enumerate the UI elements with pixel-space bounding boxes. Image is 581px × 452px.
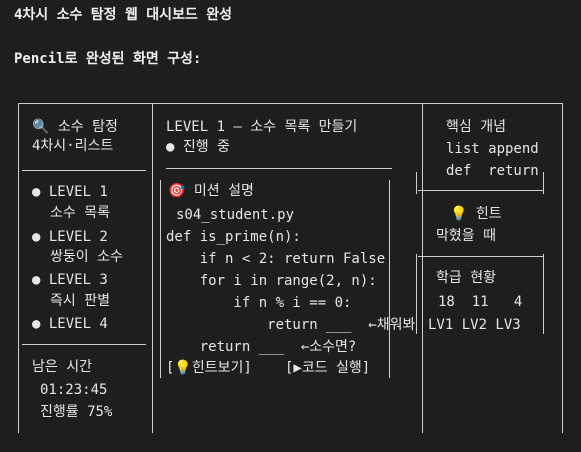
class-counts: 18 11 4 bbox=[438, 294, 523, 310]
class-status-title: 학급 현황 bbox=[436, 270, 496, 286]
concept-title: 핵심 개념 bbox=[446, 119, 506, 135]
magnifier-icon: 🔍 bbox=[32, 119, 50, 135]
progress-label: 진행률 75% bbox=[40, 404, 113, 420]
sidebar-item-level2-desc: 쌍둥이 소수 bbox=[50, 249, 123, 265]
code-line: if n < 2: return False bbox=[166, 251, 386, 267]
level-title: LEVEL 1 — 소수 목록 만들기 bbox=[166, 119, 358, 135]
sidebar-item-level2[interactable]: ● LEVEL 2 bbox=[32, 227, 108, 247]
hint-button[interactable]: [💡힌트보기] bbox=[166, 358, 252, 378]
timer-label: 남은 시간 bbox=[32, 359, 92, 375]
code-line-blank2: return ___ ←소수면? bbox=[166, 339, 357, 355]
class-levels: LV1 LV2 LV3 bbox=[428, 317, 521, 333]
sidebar-item-level3[interactable]: ● LEVEL 3 bbox=[32, 270, 108, 290]
target-icon: 🎯 bbox=[168, 183, 186, 199]
sidebar-item-level1[interactable]: ● LEVEL 1 bbox=[32, 182, 108, 202]
concept-row: def return bbox=[446, 163, 539, 179]
lightbulb-icon: 💡 bbox=[450, 206, 468, 222]
sidebar-item-level3-desc: 즉시 판별 bbox=[50, 293, 110, 309]
file-name: s04_student.py bbox=[176, 207, 295, 223]
sidebar-item-level1-desc: 소수 목록 bbox=[50, 205, 110, 221]
hint-card-text[interactable]: 막혔을 때 bbox=[436, 226, 496, 246]
sidebar-subtitle: 4차시·리스트 bbox=[32, 138, 114, 154]
code-line: def is_prime(n): bbox=[166, 229, 301, 245]
sidebar-title: 🔍 소수 탐정 bbox=[32, 119, 118, 135]
page-subtitle: Pencil로 완성된 화면 구성: bbox=[14, 51, 202, 67]
sidebar-item-level4[interactable]: ● LEVEL 4 bbox=[32, 314, 108, 334]
concept-row: list append bbox=[446, 141, 539, 157]
timer-value: 01:23:45 bbox=[40, 382, 108, 398]
hint-card-title: 💡 힌트 bbox=[450, 206, 502, 222]
code-line: if n % i == 0: bbox=[166, 295, 352, 311]
code-line-blank1: return ___ ←채워봐 bbox=[166, 317, 416, 333]
run-code-button[interactable]: [▶코드 실행] bbox=[285, 358, 370, 378]
mission-heading: 🎯 미션 설명 bbox=[168, 183, 254, 199]
code-line: for i in range(2, n): bbox=[166, 273, 377, 289]
page-title: 4차시 소수 탐정 웹 대시보드 완성 bbox=[14, 7, 233, 23]
status-badge: ● 진행 중 bbox=[166, 139, 230, 155]
